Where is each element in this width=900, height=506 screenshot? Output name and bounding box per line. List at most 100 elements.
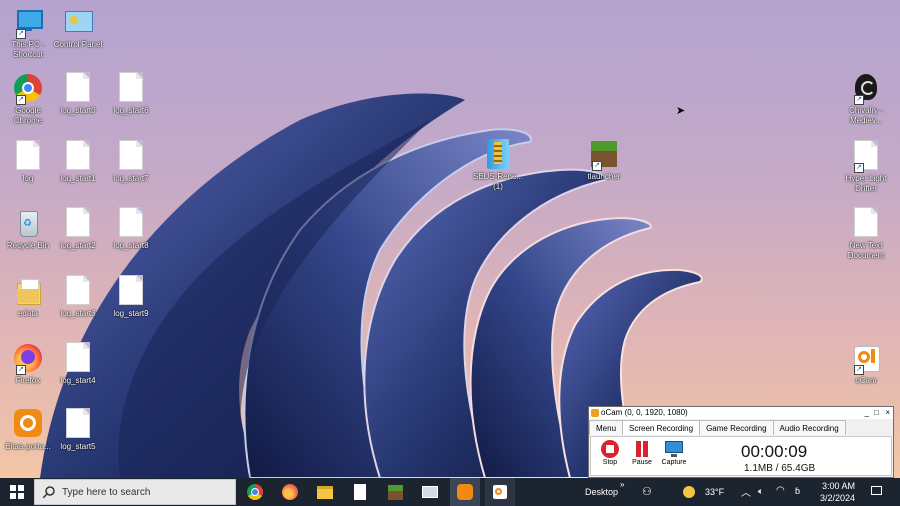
taskbar: Type here to search Desktop » ⚇ 33°F ︿ 🔈…: [0, 478, 900, 506]
text-file-icon: [66, 207, 90, 237]
desktop-toolbar-label[interactable]: Desktop: [585, 487, 618, 497]
text-file-icon: [119, 72, 143, 102]
taskbar-chrome[interactable]: [240, 478, 270, 506]
speaker-icon[interactable]: 🔈︎: [758, 486, 763, 497]
chrome-icon: [247, 484, 263, 500]
icon-label: log_start2: [60, 241, 96, 250]
icon-label: This PC - Shortcut: [11, 40, 45, 59]
text-file-icon: [854, 207, 878, 237]
desktop-icon-log[interactable]: log: [0, 140, 56, 184]
desktop-icon-firefox[interactable]: ↗ Firefox: [0, 342, 56, 386]
desktop-icon-log-start2[interactable]: log_start2: [50, 207, 106, 251]
chevron-right-icon[interactable]: »: [620, 480, 624, 489]
zip-archive-icon: [482, 138, 514, 170]
clock-time[interactable]: 3:00 AM: [822, 481, 855, 491]
stop-button[interactable]: Stop: [595, 440, 625, 466]
taskbar-notepad[interactable]: [345, 478, 375, 506]
desktop-icon-log-start7[interactable]: log_start7: [103, 140, 159, 184]
taskbar-eitaa[interactable]: [450, 478, 480, 506]
icon-label: log_start0: [60, 106, 96, 115]
capture-label: Capture: [661, 459, 687, 466]
clock-date[interactable]: 3/2/2024: [820, 493, 855, 503]
tab-game-recording[interactable]: Game Recording: [699, 420, 774, 435]
ocam-titlebar[interactable]: oCam (0, 0, 1920, 1080) _ □ ×: [589, 407, 893, 419]
desktop[interactable]: ↗ This PC - Shortcut Control Panel ↗ Goo…: [0, 0, 900, 478]
minimize-button[interactable]: _: [865, 407, 869, 419]
desktop-icon-tlauncher[interactable]: ↗ tlauncher: [576, 138, 632, 182]
desktop-icon-new-text-document[interactable]: New Text Document: [838, 207, 894, 261]
mouse-cursor-icon: ➤: [676, 105, 686, 117]
weather-temperature[interactable]: 33°F: [705, 487, 724, 497]
desktop-icon-log-start5[interactable]: log_start5: [50, 408, 106, 452]
text-file-icon: [16, 140, 40, 170]
notification-icon[interactable]: [871, 486, 882, 495]
desktop-icon-chivalry[interactable]: ↗ Chivalry - Mediev...: [838, 72, 894, 126]
taskbar-minecraft[interactable]: [380, 478, 410, 506]
photos-icon: [422, 486, 438, 498]
eitaa-icon: [12, 408, 44, 440]
desktop-icon-log-start9[interactable]: log_start9: [103, 275, 159, 319]
taskbar-firefox[interactable]: [275, 478, 305, 506]
maximize-button[interactable]: □: [874, 407, 879, 419]
desktop-icon-hyper-light-drifter[interactable]: ↗ Hyper Light Drifter: [838, 140, 894, 194]
wifi-icon[interactable]: ◠: [776, 485, 785, 496]
desktop-icon-log-start1[interactable]: log_start1: [50, 140, 106, 184]
icon-label: Recycle Bin: [6, 241, 50, 250]
weather-icon[interactable]: [683, 486, 695, 498]
desktop-icon-recycle-bin[interactable]: ♻ Recycle Bin: [0, 207, 56, 251]
close-button[interactable]: ×: [885, 407, 890, 419]
ocam-window[interactable]: oCam (0, 0, 1920, 1080) _ □ × Menu Scree…: [588, 406, 894, 478]
desktop-icon-log-start4[interactable]: log_start4: [50, 342, 106, 386]
firefox-icon: ↗: [12, 342, 44, 375]
desktop-icon-this-pc[interactable]: ↗ This PC - Shortcut: [0, 6, 56, 60]
tab-audio-recording[interactable]: Audio Recording: [772, 420, 846, 435]
icon-label: edata: [17, 309, 39, 318]
taskbar-ocam[interactable]: [485, 478, 515, 506]
recording-size: 1.1MB / 65.4GB: [744, 463, 816, 474]
search-box[interactable]: Type here to search: [34, 479, 236, 505]
taskbar-photos[interactable]: [415, 478, 445, 506]
taskbar-file-explorer[interactable]: [310, 478, 340, 506]
start-button[interactable]: [2, 478, 32, 506]
icon-label: log_start5: [60, 442, 96, 451]
icon-label: log_start1: [60, 174, 96, 183]
icon-label: Firefox: [15, 376, 41, 385]
desktop-icon-log-start3[interactable]: log_start3: [50, 275, 106, 319]
text-file-icon: [66, 275, 90, 305]
desktop-icon-log-start0[interactable]: log_start0: [50, 72, 106, 116]
desktop-icon-edata[interactable]: edata: [0, 275, 56, 319]
desktop-icon-ocam[interactable]: ↗ oCam: [838, 342, 894, 386]
icon-label: Google Chrome: [13, 106, 43, 125]
desktop-icon-log-start6[interactable]: log_start6: [103, 72, 159, 116]
desktop-icon-eitaa[interactable]: Eitaa-porta...: [0, 408, 56, 452]
desktop-icon-control-panel[interactable]: Control Panel: [50, 6, 106, 50]
search-icon: [43, 486, 55, 498]
notepad-icon: [354, 484, 366, 500]
recycle-bin-icon: ♻: [12, 207, 44, 239]
language-icon[interactable]: ɓ: [795, 486, 800, 496]
stop-icon: [600, 440, 620, 458]
desktop-icon-seus-renewed[interactable]: SEUS-Rene... (1): [470, 138, 526, 192]
chevron-up-icon[interactable]: ︿: [741, 484, 751, 499]
people-icon[interactable]: ⚇: [642, 485, 652, 498]
icon-label: Chivalry - Mediev...: [849, 106, 883, 125]
control-panel-icon: [62, 6, 94, 38]
ocam-panel: Stop Pause Capture 00:00:09 1.1MB / 65.4…: [590, 436, 892, 476]
text-file-icon: [119, 207, 143, 237]
ocam-title: oCam (0, 0, 1920, 1080): [601, 408, 688, 417]
capture-button[interactable]: Capture: [659, 440, 689, 466]
recording-timer: 00:00:09: [741, 442, 808, 461]
pause-label: Pause: [632, 459, 652, 466]
icon-label: Control Panel: [53, 40, 103, 49]
text-file-icon: [66, 72, 90, 102]
desktop-icon-log-start8[interactable]: log_start8: [103, 207, 159, 251]
icon-label: log: [22, 174, 34, 183]
ocam-icon: ↗: [850, 342, 882, 375]
chivalry-icon: ↗: [850, 72, 882, 105]
eitaa-icon: [457, 484, 473, 500]
pause-button[interactable]: Pause: [627, 440, 657, 466]
desktop-icon-chrome[interactable]: ↗ Google Chrome: [0, 72, 56, 126]
icon-label: log_start3: [60, 309, 96, 318]
tab-screen-recording[interactable]: Screen Recording: [622, 420, 701, 435]
tab-menu[interactable]: Menu: [589, 420, 624, 435]
